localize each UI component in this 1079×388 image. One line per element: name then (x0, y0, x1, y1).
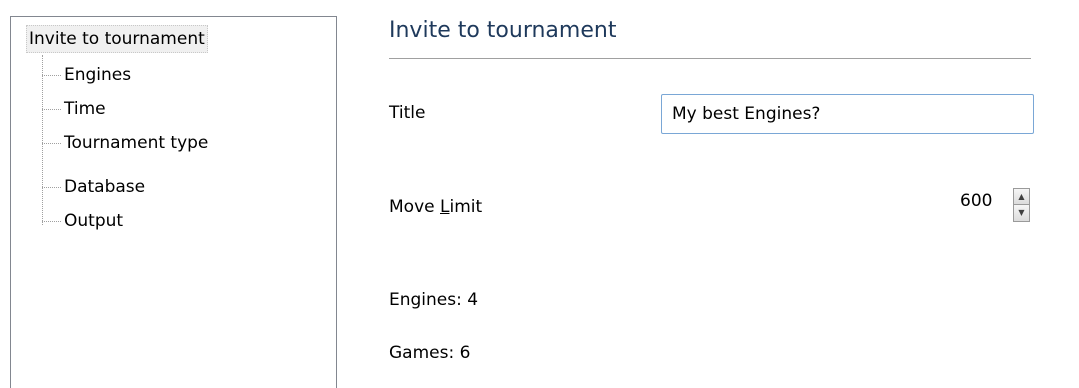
tree-item-engines[interactable]: Engines (42, 62, 131, 88)
move-limit-value[interactable]: 600 (960, 189, 992, 213)
move-limit-spinner[interactable]: ▲ ▼ (1013, 188, 1030, 222)
spin-up-icon[interactable]: ▲ (1013, 188, 1030, 205)
tree-item-label: Tournament type (64, 133, 209, 153)
tree-branch-line (42, 186, 61, 188)
page-title: Invite to tournament (389, 18, 617, 43)
tree-item-invite-to-tournament[interactable]: Invite to tournament (26, 25, 208, 53)
spin-down-icon[interactable]: ▼ (1013, 205, 1030, 222)
tree-item-label: Output (64, 211, 124, 231)
title-label: Title (389, 103, 426, 123)
tree-branch-line (42, 220, 61, 222)
games-count: Games: 6 (389, 343, 471, 363)
tree-branch-line (42, 108, 61, 110)
tree-item-time[interactable]: Time (42, 96, 106, 122)
tree-item-label: Database (64, 177, 146, 197)
tree-item-tournament-type[interactable]: Tournament type (42, 130, 208, 156)
tree-branch-line (42, 74, 61, 76)
tree-branch-line (42, 142, 61, 144)
title-input[interactable] (661, 94, 1034, 134)
tree-item-output[interactable]: Output (42, 208, 123, 234)
engines-count: Engines: 4 (389, 290, 479, 310)
tree-item-label: Engines (64, 65, 132, 85)
tree-item-label: Time (64, 99, 106, 119)
tree-item-database[interactable]: Database (42, 174, 145, 200)
heading-divider (389, 58, 1031, 59)
move-limit-label: Move Limit (389, 197, 483, 217)
tree-view[interactable]: Invite to tournament Engines Time Tourna… (10, 16, 337, 388)
